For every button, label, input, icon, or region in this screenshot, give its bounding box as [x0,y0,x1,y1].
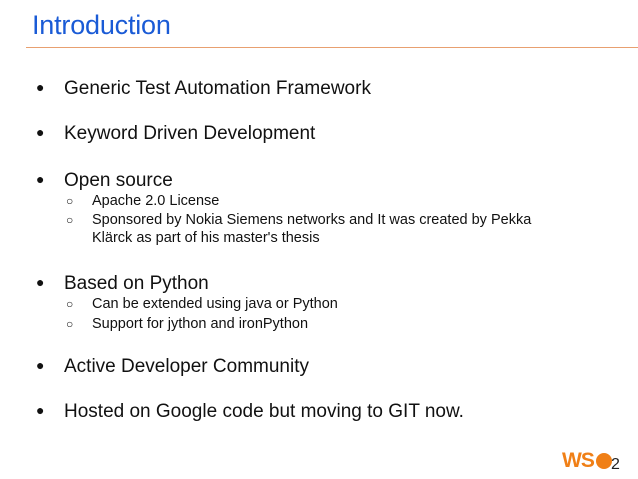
logo-subscript: 2 [611,456,620,473]
slide-title: Introduction [32,10,171,40]
wso2-logo: WS 2 [562,449,626,475]
logo-o-circle-icon [596,453,612,469]
bullet-dot-icon: ● [36,124,45,140]
sub-bullet-text: Sponsored by Nokia Siemens networks and … [92,212,532,246]
sub-bullet-ring-icon: ○ [66,317,74,331]
bullet-item: ● Generic Test Automation Framework [36,78,371,100]
bullet-item: ● Keyword Driven Development [36,123,315,145]
slide: Introduction ● Generic Test Automation Fr… [0,0,638,479]
bullet-text: Active Developer Community [64,356,309,377]
bullet-item: ● Active Developer Community [36,356,309,378]
sub-bullet-item: ○ Apache 2.0 License [66,192,546,210]
bullet-text: Keyword Driven Development [64,123,316,144]
bullet-text: Open source [64,170,173,191]
bullet-dot-icon: ● [36,274,45,290]
bullet-item: ● Hosted on Google code but moving to GIT… [36,401,464,423]
logo-letters: WS [562,449,595,472]
bullet-item: ● Open source [36,170,173,192]
bullet-item: ● Based on Python [36,273,209,295]
sub-bullet-text: Apache 2.0 License [92,193,220,209]
sub-bullet-ring-icon: ○ [66,213,74,227]
bullet-dot-icon: ● [36,79,45,95]
sub-bullet-item: ○ Sponsored by Nokia Siemens networks an… [66,211,546,247]
sub-bullet-text: Support for jython and ironPython [92,316,309,332]
bullet-text: Generic Test Automation Framework [64,78,371,99]
bullet-dot-icon: ● [36,357,45,373]
sub-bullet-item: ○ Can be extended using java or Python [66,295,546,313]
sub-bullet-text: Can be extended using java or Python [92,296,338,312]
bullet-dot-icon: ● [36,171,45,187]
bullet-text: Hosted on Google code but moving to GIT … [64,401,464,422]
sub-bullet-ring-icon: ○ [66,194,74,208]
sub-bullet-item: ○ Support for jython and ironPython [66,315,546,333]
bullet-text: Based on Python [64,273,209,294]
title-divider [26,47,638,48]
bullet-dot-icon: ● [36,402,45,418]
sub-bullet-ring-icon: ○ [66,297,74,311]
